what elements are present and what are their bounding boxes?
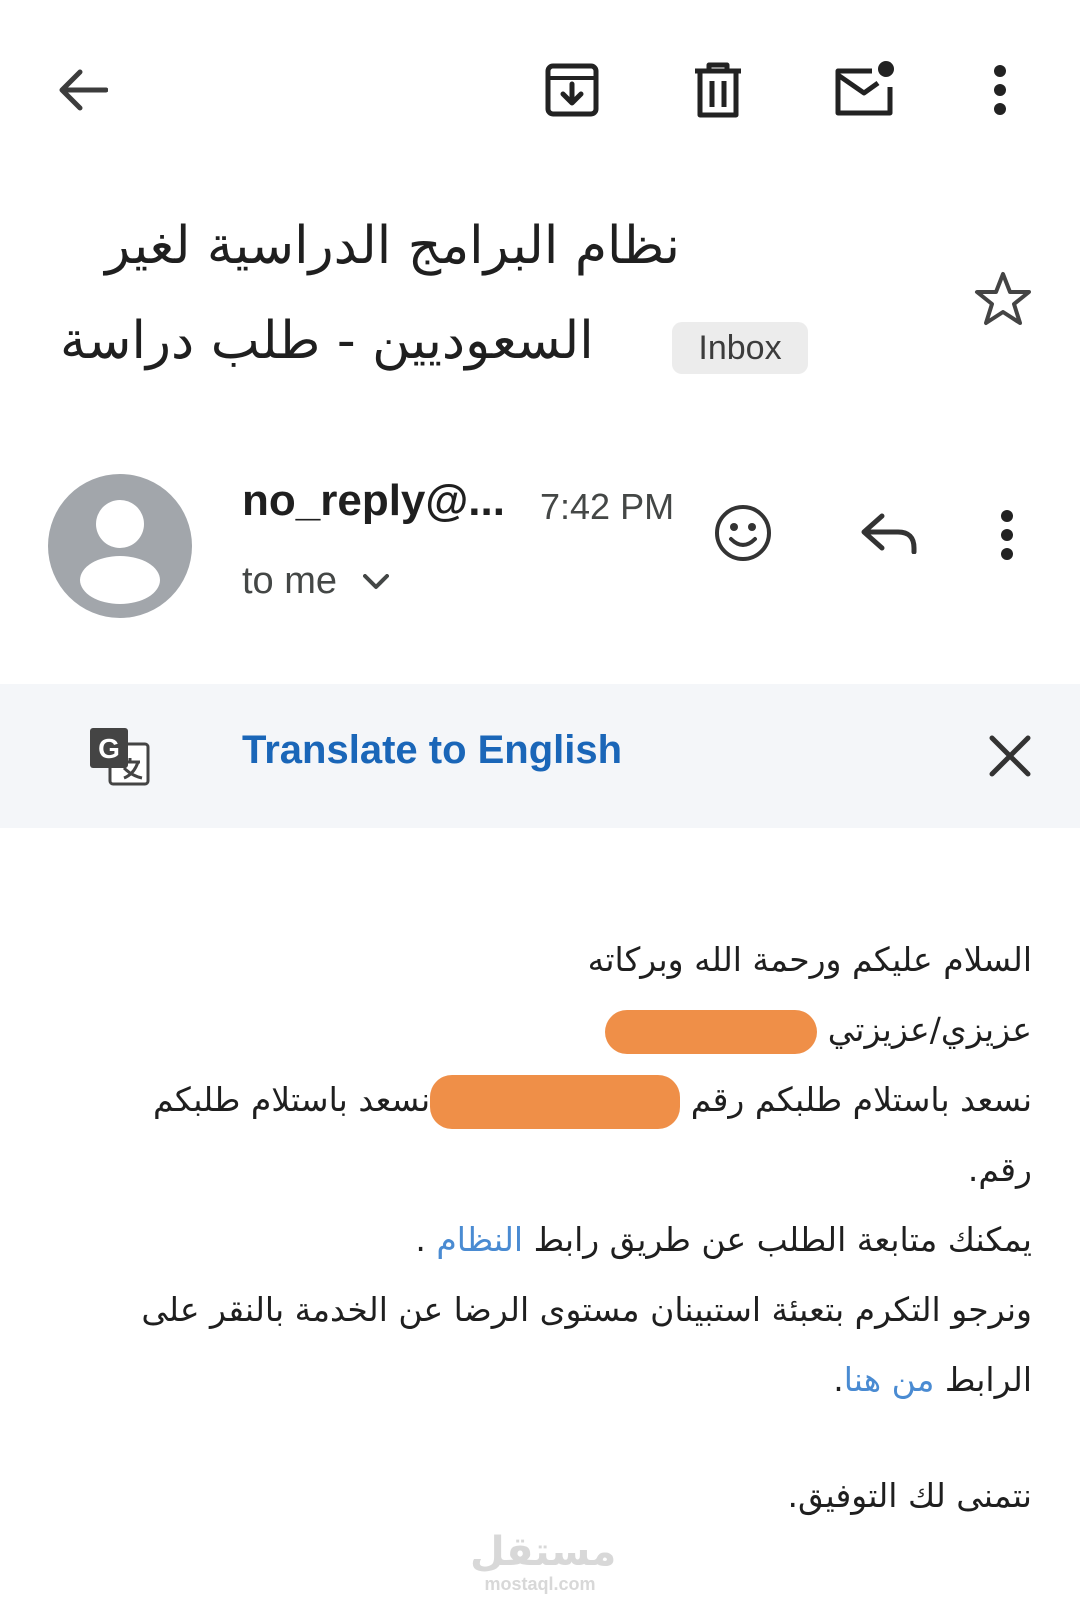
inbox-label-chip[interactable]: Inbox — [672, 322, 808, 374]
dismiss-translate-button[interactable] — [982, 728, 1038, 784]
line1-part1: نسعد باستلام طلبكم رقم — [690, 1080, 1032, 1119]
chevron-down-icon — [363, 573, 390, 589]
close-icon — [989, 735, 1031, 777]
reply-button[interactable] — [856, 504, 922, 562]
delete-button[interactable] — [686, 58, 750, 122]
line1-part3: رقم. — [967, 1150, 1032, 1189]
recipient-toggle[interactable]: to me — [242, 560, 390, 603]
star-button[interactable] — [970, 266, 1036, 332]
system-link[interactable]: النظام — [436, 1220, 523, 1259]
person-icon — [80, 500, 160, 604]
star-icon — [975, 272, 1031, 325]
archive-icon — [545, 63, 599, 117]
body-line-3: ونرجو التكرم بتعبئة استبينان مستوى الرضا… — [80, 1275, 1032, 1415]
message-more-button[interactable] — [984, 506, 1030, 564]
watermark-arabic: مستقل — [470, 1529, 617, 1575]
watermark-latin: mostaql.com — [484, 1574, 596, 1594]
survey-link[interactable]: من هنا — [844, 1360, 935, 1399]
email-subject-line2: السعوديين - طلب دراسة — [60, 311, 594, 371]
sender-name: no_reply@... — [242, 476, 505, 525]
more-vert-icon — [994, 65, 1006, 115]
arrow-back-icon — [59, 69, 108, 111]
line3-end: . — [833, 1360, 844, 1399]
body-greeting: السلام عليكم ورحمة الله وبركاته — [587, 940, 1032, 979]
line2-text: يمكنك متابعة الطلب عن طريق رابط — [533, 1220, 1032, 1259]
add-reaction-button[interactable] — [710, 500, 776, 566]
emoji-icon — [715, 505, 771, 561]
recipient-label: to me — [242, 560, 338, 602]
body-line-1: نسعد باستلام طلبكم رقم نسعد باستلام طلبك… — [80, 1065, 1032, 1205]
email-subject-line1: نظام البرامج الدراسية لغير — [105, 216, 680, 276]
translate-banner: G Translate to English — [0, 684, 1080, 828]
more-options-button[interactable] — [970, 58, 1030, 122]
received-time: 7:42 PM — [540, 486, 675, 527]
redaction-mark — [605, 1009, 818, 1054]
trash-icon — [695, 62, 741, 118]
salutation-text: عزيزي/عزيزتي — [827, 1010, 1032, 1049]
body-closing: نتمنى لك التوفيق. — [787, 1476, 1032, 1515]
line2-end: . — [415, 1220, 437, 1259]
svg-text:G: G — [98, 733, 120, 764]
google-translate-icon: G — [88, 724, 152, 792]
line1-part2: نسعد باستلام طلبكم — [153, 1080, 431, 1119]
sender-avatar[interactable] — [48, 474, 192, 618]
email-body: السلام عليكم ورحمة الله وبركاته عزيزي/عز… — [80, 925, 1032, 1531]
reply-icon — [861, 513, 917, 554]
mark-unread-icon — [835, 61, 894, 116]
body-salutation: عزيزي/عزيزتي — [80, 995, 1032, 1065]
back-button[interactable] — [50, 58, 114, 122]
body-line-2: يمكنك متابعة الطلب عن طريق رابط النظام . — [80, 1205, 1032, 1275]
redaction-mark — [430, 1074, 681, 1129]
archive-button[interactable] — [540, 58, 604, 122]
more-vert-icon — [1001, 510, 1013, 560]
mark-unread-button[interactable] — [830, 56, 900, 122]
translate-link[interactable]: Translate to English — [242, 728, 622, 773]
watermark-logo: مستقل mostaql.com — [470, 1529, 617, 1594]
